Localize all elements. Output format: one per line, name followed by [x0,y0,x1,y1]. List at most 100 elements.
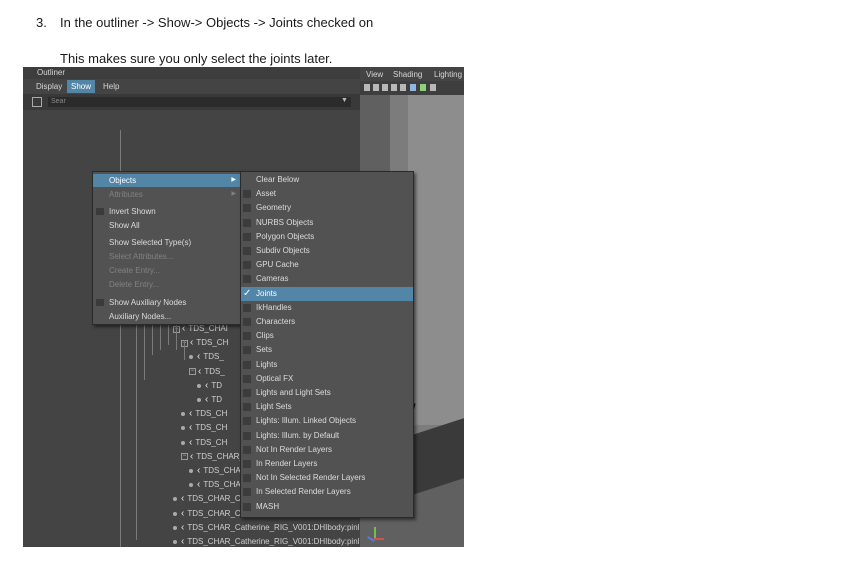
objects-menu-item[interactable]: In Selected Render Layers [241,485,413,499]
objects-menu-item[interactable]: Light Sets [241,400,413,414]
objects-menu-item[interactable]: Optical FX [241,372,413,386]
checkbox[interactable] [243,431,251,440]
objects-menu-item[interactable]: Cameras [241,272,413,286]
checkbox[interactable] [243,374,251,383]
filter-icon[interactable] [32,97,42,107]
show-menu-item[interactable]: Attributes ▶ [93,188,242,201]
objects-menu-item[interactable]: Characters [241,315,413,329]
leaf-node-icon [173,511,177,516]
tree-row[interactable]: ‹ TDS_CH [181,407,227,421]
objects-menu-item[interactable]: Lights and Light Sets [241,386,413,400]
checkbox[interactable] [243,232,251,241]
safe-action-icon[interactable] [420,84,426,91]
checkbox[interactable] [243,403,251,412]
objects-menu-item[interactable]: IkHandles [241,301,413,315]
checkbox[interactable] [243,346,251,355]
collapse-icon[interactable]: − [181,453,188,461]
show-menu-item[interactable]: Show Selected Type(s) [93,236,242,249]
checkbox[interactable] [243,218,251,227]
checkbox[interactable] [96,299,104,306]
checkbox[interactable] [243,204,251,213]
objects-menu-item[interactable]: Lights: Illum. Linked Objects [241,414,413,428]
viewport-menu-view[interactable]: View [366,70,383,79]
objects-menu-item[interactable]: Lights: Illum. by Default [241,429,413,443]
menu-help[interactable]: Help [103,82,119,91]
objects-menu-item[interactable]: NURBS Objects [241,216,413,230]
step-instruction: In the outliner -> Show-> Objects -> Joi… [60,15,374,30]
objects-menu-item[interactable]: ✓ Joints [241,286,413,301]
objects-menu-item[interactable]: In Render Layers [241,457,413,471]
objects-menu-item[interactable]: Asset [241,187,413,201]
objects-menu-item[interactable]: Lights [241,358,413,372]
checkbox[interactable] [243,389,251,397]
menu-display[interactable]: Display [36,82,62,91]
joint-icon: ‹ [189,408,193,420]
objects-menu-item[interactable]: Geometry [241,201,413,215]
tree-row[interactable]: −‹TDS_CH [181,336,228,350]
show-menu-item[interactable]: Create Entry... [93,264,242,277]
checkbox[interactable] [96,208,104,215]
checkbox[interactable] [243,247,251,255]
tree-guide-line [184,340,185,360]
viewport-menu-shading[interactable]: Shading [393,70,422,79]
show-menu-item-label: Select Attributes... [109,252,174,261]
objects-menu-item[interactable]: Not In Render Layers [241,443,413,457]
camera-attributes-icon[interactable] [373,84,379,91]
show-menu-item[interactable]: Show Auxiliary Nodes [93,296,242,309]
checkbox[interactable] [243,502,251,511]
tree-row-label: TDS_ [203,352,224,362]
objects-submenu: Clear Below Asset Geometry NURBS Objects Pol… [240,171,414,518]
tree-row[interactable]: ‹ TDS_CH [181,436,227,450]
objects-menu-item-label: Subdiv Objects [256,246,310,255]
checkbox[interactable] [243,190,251,199]
objects-menu-item-label: In Selected Render Layers [256,487,351,497]
objects-menu-item[interactable]: Not In Selected Render Layers [241,471,413,485]
menu-show[interactable]: Show [67,80,96,93]
tree-row[interactable]: − ‹ TDS_ [189,365,225,379]
show-menu-item[interactable]: Auxiliary Nodes... [93,310,242,323]
viewport-menu-lighting[interactable]: Lighting [434,70,462,79]
tree-row[interactable]: ‹ TDS_ [189,350,224,364]
show-menu-item[interactable]: Invert Shown [93,205,242,218]
checkbox[interactable] [243,474,251,483]
objects-menu-item[interactable]: Clear Below [241,173,413,187]
film-gate-icon[interactable] [410,84,416,91]
checkbox[interactable] [243,275,251,284]
checkbox[interactable] [243,318,251,326]
image-plane-icon[interactable] [391,84,397,91]
show-menu-item[interactable]: Objects ▶ [93,174,242,187]
objects-menu-item[interactable]: Polygon Objects [241,230,413,244]
checkbox[interactable] [243,261,251,270]
show-menu-item[interactable]: Show All [93,219,242,232]
tree-row[interactable]: ‹ TD [197,393,222,407]
checkbox[interactable] [243,460,251,468]
show-menu-item[interactable]: Select Attributes... [93,250,242,263]
objects-menu-item[interactable]: Sets [241,343,413,357]
show-menu-item-label: Invert Shown [109,207,156,216]
tree-row[interactable]: ‹ TD [197,379,222,393]
checkbox[interactable] [243,303,251,312]
checkbox[interactable] [243,417,251,426]
resolution-gate-icon[interactable] [430,84,436,91]
objects-menu-item[interactable]: MASH [241,500,413,514]
checkbox[interactable] [243,488,251,497]
chevron-down-icon[interactable]: ▼ [341,97,348,104]
objects-menu-item[interactable]: Clips [241,329,413,343]
objects-menu-item[interactable]: GPU Cache [241,258,413,272]
search-input[interactable]: Sear [48,97,351,107]
tree-row[interactable]: ‹TDS_CHAR_Catherine_RIG_V001:DHIbody:pin… [173,521,359,535]
tree-row[interactable]: ‹TDS_CHAR_Catherine_RIG_V001:DHIbody:pin… [173,535,359,547]
tree-row[interactable]: ‹ TDS_CH [181,421,227,435]
checkbox[interactable] [243,332,251,341]
collapse-icon[interactable]: − [189,368,196,376]
objects-menu-item-label: GPU Cache [256,260,299,270]
checkbox[interactable] [243,445,251,454]
checkbox[interactable] [243,360,251,369]
show-menu-item[interactable]: Delete Entry... [93,278,242,291]
objects-menu-item[interactable]: Subdiv Objects [241,244,413,258]
show-menu-item-label: Show Selected Type(s) [109,238,192,247]
select-camera-icon[interactable] [364,84,370,91]
bookmark-icon[interactable] [382,84,388,91]
leaf-node-icon [173,540,177,544]
grid-icon[interactable] [400,84,406,91]
